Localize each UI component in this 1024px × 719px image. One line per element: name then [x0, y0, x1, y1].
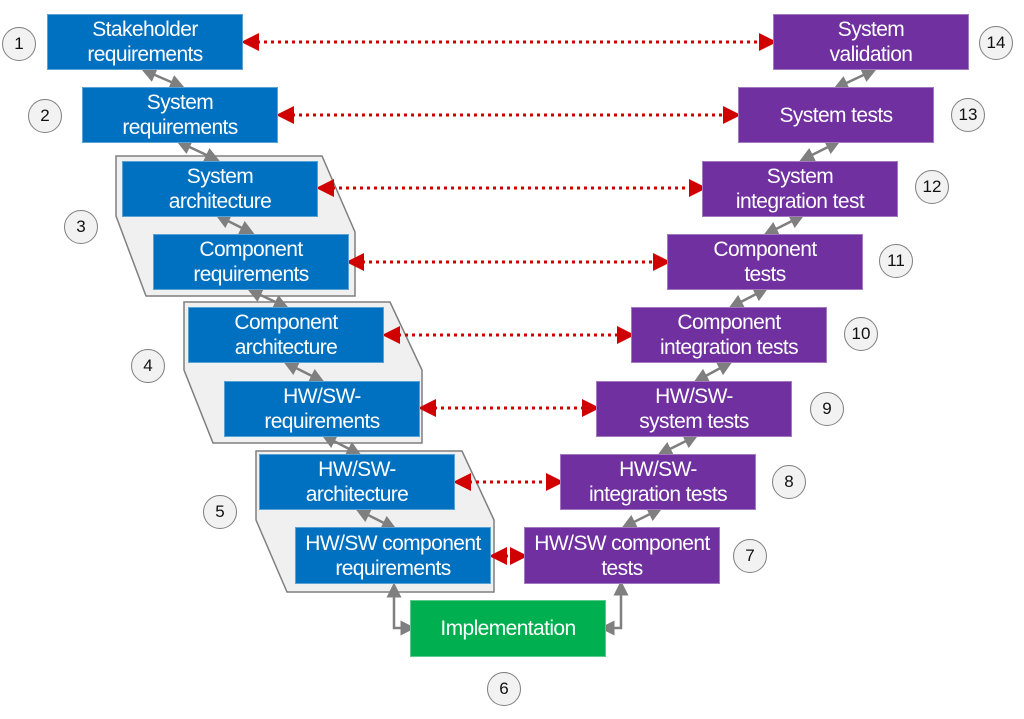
step-component-architecture[interactable]: Component architecture	[188, 307, 384, 363]
step-badge-14: 14	[979, 26, 1013, 60]
step-badge-10: 10	[844, 317, 878, 351]
step-stakeholder-requirements[interactable]: Stakeholder requirements	[47, 14, 243, 70]
step-badge-3: 3	[64, 210, 98, 244]
step-hwsw-component-tests[interactable]: HW/SW component tests	[524, 527, 720, 584]
connector-10-9	[693, 361, 733, 383]
step-badge-12: 12	[915, 170, 949, 204]
connector-13-12	[799, 140, 841, 162]
connector-1-2	[141, 68, 185, 89]
step-implementation[interactable]: Implementation	[410, 600, 606, 657]
connector-11-10	[728, 287, 769, 309]
step-badge-2: 2	[28, 99, 62, 133]
connector-5b-6	[386, 582, 416, 636]
step-hwsw-system-tests[interactable]: HW/SW- system tests	[596, 381, 792, 437]
step-system-requirements[interactable]: System requirements	[82, 87, 278, 143]
step-system-integration-test[interactable]: System integration test	[702, 161, 898, 217]
step-badge-13: 13	[951, 98, 985, 132]
connector-8-7	[621, 507, 663, 529]
step-hwsw-requirements[interactable]: HW/SW- requirements	[224, 381, 420, 437]
connector-12-11	[763, 214, 805, 236]
step-component-requirements[interactable]: Component requirements	[153, 234, 349, 290]
step-system-validation[interactable]: System validation	[773, 14, 969, 70]
connector-14-13	[833, 68, 877, 90]
step-badge-5: 5	[203, 495, 237, 529]
step-badge-8: 8	[772, 465, 806, 499]
step-badge-7: 7	[733, 539, 767, 573]
step-component-integration-tests[interactable]: Component integration tests	[631, 307, 827, 363]
step-hwsw-integration-tests[interactable]: HW/SW- integration tests	[560, 454, 756, 510]
step-hwsw-component-requirements[interactable]: HW/SW component requirements	[295, 527, 491, 584]
step-badge-6: 6	[487, 672, 521, 706]
step-hwsw-architecture[interactable]: HW/SW- architecture	[259, 454, 455, 510]
connector-7-6	[599, 580, 629, 636]
step-system-tests[interactable]: System tests	[738, 87, 934, 143]
step-badge-4: 4	[131, 349, 165, 383]
step-badge-1: 1	[2, 27, 36, 61]
connector-9-8	[657, 434, 699, 456]
step-badge-11: 11	[879, 244, 913, 278]
step-system-architecture[interactable]: System architecture	[122, 161, 318, 217]
step-badge-9: 9	[810, 392, 844, 426]
step-component-tests[interactable]: Component tests	[667, 234, 863, 290]
